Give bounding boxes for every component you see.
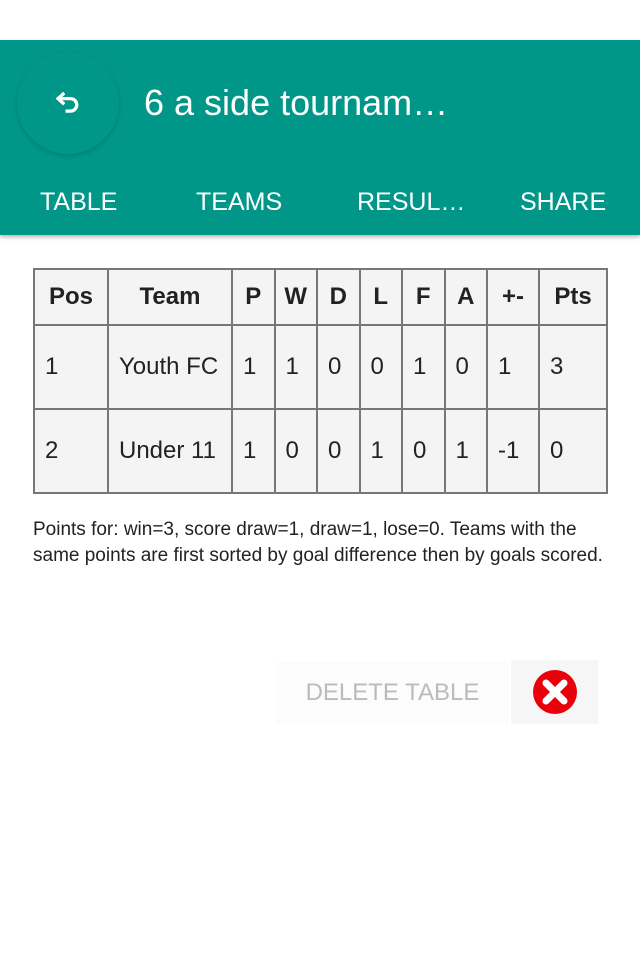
cell: Youth FC <box>109 326 231 408</box>
cell: 0 <box>318 410 359 492</box>
header-gd: +- <box>488 270 538 324</box>
tab-share[interactable]: SHARE <box>520 188 606 217</box>
league-table: Pos Team P W D L F A +- Pts 1 Youth FC 1… <box>33 268 608 494</box>
cell: 0 <box>318 326 359 408</box>
cell: -1 <box>488 410 538 492</box>
header-f: F <box>403 270 444 324</box>
close-circle-icon <box>532 670 577 714</box>
cell: 1 <box>275 326 316 408</box>
cell: 1 <box>403 326 444 408</box>
cell: 0 <box>403 410 444 492</box>
cell: 0 <box>275 410 316 492</box>
header-team: Team <box>109 270 231 324</box>
cell: 1 <box>488 326 538 408</box>
undo-icon <box>55 91 79 113</box>
table-header-row: Pos Team P W D L F A +- Pts <box>35 270 606 324</box>
header-p: P <box>233 270 274 324</box>
cell: 2 <box>35 410 107 492</box>
tab-teams[interactable]: TEAMS <box>196 188 282 217</box>
tab-results[interactable]: RESUL… <box>357 188 465 217</box>
points-note: Points for: win=3, score draw=1, draw=1,… <box>33 519 603 566</box>
delete-icon-button[interactable] <box>511 660 598 724</box>
page-title: 6 a side tournam… <box>144 82 449 123</box>
cell: 1 <box>445 410 486 492</box>
cell: 1 <box>35 326 107 408</box>
header-l: L <box>360 270 401 324</box>
tab-table[interactable]: TABLE <box>40 188 117 217</box>
cell: 0 <box>445 326 486 408</box>
cell: Under 11 <box>109 410 231 492</box>
header-pos: Pos <box>35 270 107 324</box>
table-row: 2 Under 11 1 0 0 1 0 1 -1 0 <box>35 410 606 492</box>
header-a: A <box>445 270 486 324</box>
header-w: W <box>275 270 316 324</box>
header-pts: Pts <box>540 270 606 324</box>
table-row: 1 Youth FC 1 1 0 0 1 0 1 3 <box>35 326 606 408</box>
cell: 1 <box>233 326 274 408</box>
app-bar: 6 a side tournam… TABLE TEAMS RESUL… SHA… <box>0 40 640 235</box>
header-d: D <box>318 270 359 324</box>
cell: 0 <box>540 410 606 492</box>
cell: 3 <box>540 326 606 408</box>
back-button[interactable] <box>17 52 119 154</box>
cell: 1 <box>360 410 401 492</box>
delete-table-button[interactable]: DELETE TABLE <box>276 662 509 724</box>
cell: 0 <box>360 326 401 408</box>
cell: 1 <box>233 410 274 492</box>
